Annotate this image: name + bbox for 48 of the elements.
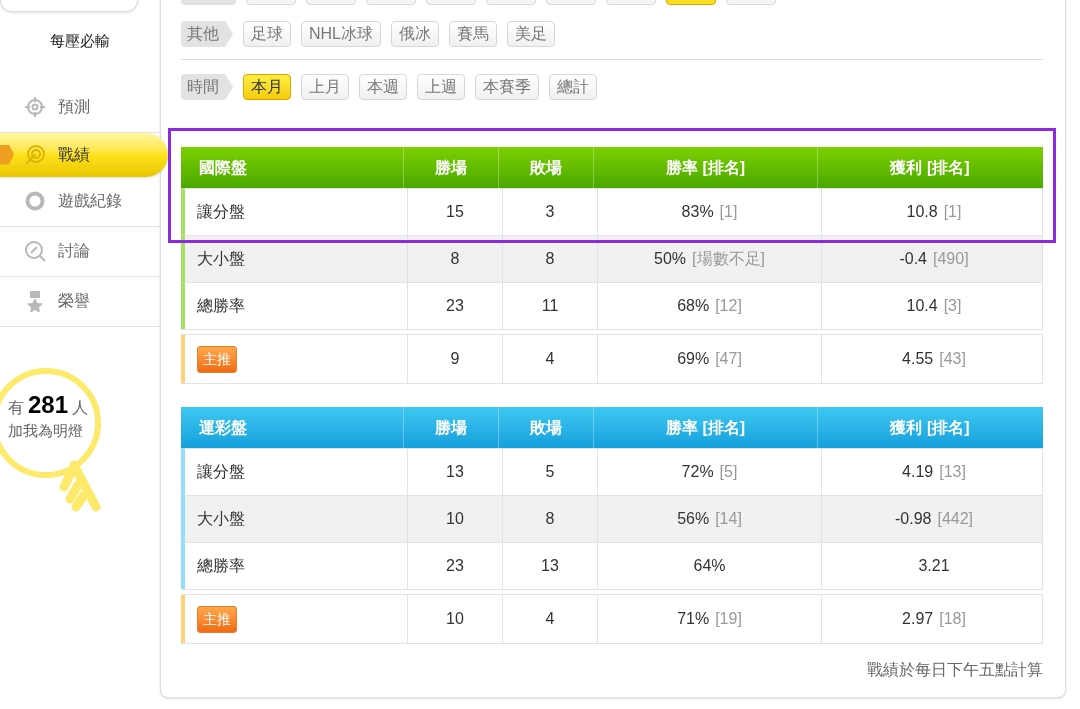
crosshair-icon xyxy=(24,96,46,118)
filter-option[interactable]: 上週 xyxy=(417,74,465,100)
filter-option[interactable]: 美足 xyxy=(507,21,555,47)
column-header: 國際盤 xyxy=(198,157,248,178)
chat-pencil-icon xyxy=(24,240,46,262)
filter-option[interactable]: 本月 xyxy=(243,74,291,100)
table-cell: 64% xyxy=(597,543,821,589)
table-cell: 4 xyxy=(502,335,597,383)
filter-option[interactable]: 俄冰 xyxy=(391,21,439,47)
column-header: 運彩盤 xyxy=(198,417,248,438)
table-cell: 4.55 [43] xyxy=(821,335,1046,383)
table-cell: 23 xyxy=(407,283,502,329)
filter-label: 其他 xyxy=(181,21,233,47)
featured-badge: 主推 xyxy=(197,345,237,373)
table-cell: 11 xyxy=(502,283,597,329)
filter-option[interactable]: 本週 xyxy=(359,74,407,100)
table-cell: 69% [47] xyxy=(597,335,821,383)
filter-option[interactable]: 總計 xyxy=(549,74,597,100)
featured-badge: 主推 xyxy=(197,605,237,633)
fan-caption: 加我為明燈 xyxy=(8,422,84,438)
filter-label: 時間 xyxy=(181,74,233,100)
row-label: 讓分盤 xyxy=(197,202,245,222)
row-label: 總勝率 xyxy=(197,296,245,316)
filter-option[interactable]: 足球 xyxy=(243,21,291,47)
target-icon xyxy=(24,143,46,166)
table-cell: 13 xyxy=(502,543,597,589)
table-cell: 3.21 xyxy=(821,543,1046,589)
table-cell: 2.97 [18] xyxy=(821,595,1046,643)
table-cell: 9 xyxy=(407,335,502,383)
table-cell: 68% [12] xyxy=(597,283,821,329)
row-label: 大小盤 xyxy=(197,249,245,269)
filter-option[interactable]: NHL冰球 xyxy=(301,21,381,47)
row-label: 總勝率 xyxy=(197,556,245,576)
fan-count: 有 281 人 xyxy=(8,392,90,417)
username: 每壓必輸 xyxy=(49,31,111,51)
table-cell: 10 xyxy=(407,595,502,643)
filter-option[interactable]: 上月 xyxy=(301,74,349,100)
table-cell: 23 xyxy=(407,543,502,589)
sidebar-item[interactable]: 戰績 xyxy=(0,132,168,177)
table-cell: 4 xyxy=(502,595,597,643)
footnote: 戰績於每日下午五點計算 xyxy=(866,660,1043,680)
table-cell: 10.4 [3] xyxy=(821,283,1046,329)
ring-icon xyxy=(24,190,46,212)
table-cell: 71% [19] xyxy=(597,595,821,643)
row-label: 讓分盤 xyxy=(197,462,245,482)
row-label: 大小盤 xyxy=(197,509,245,529)
filter-option[interactable]: 賽馬 xyxy=(449,21,497,47)
filter-option[interactable]: 本賽季 xyxy=(475,74,539,100)
